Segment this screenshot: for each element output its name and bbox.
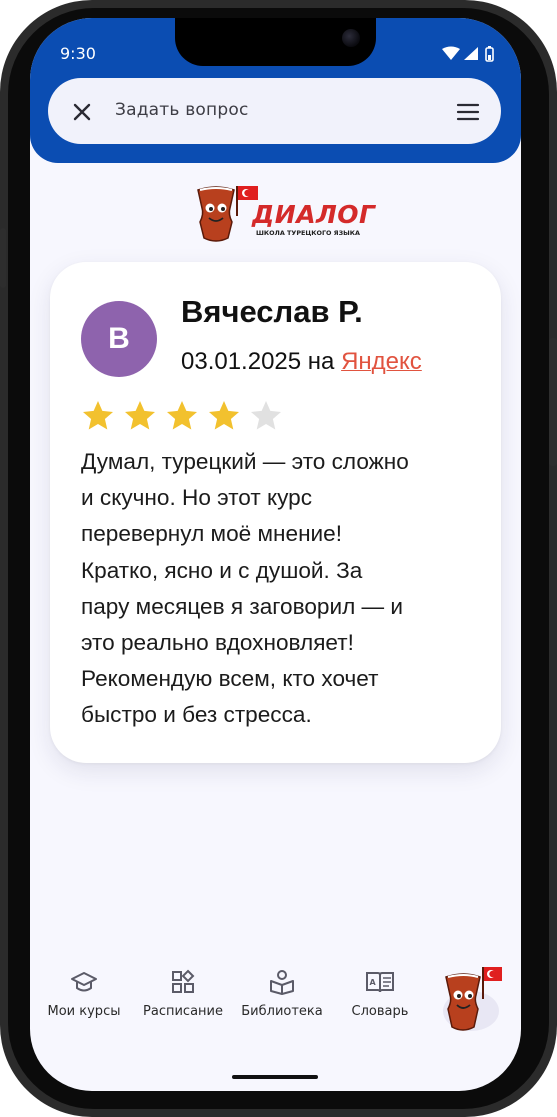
review-meta: 03.01.2025 на Яндекс (181, 348, 422, 376)
screen: 9:30 Задать вопрос ДИАЛОГ ШКОЛА ТУРЕЦКОГ… (30, 18, 521, 1091)
review-source-link[interactable]: Яндекс (341, 348, 422, 375)
star-filled-icon (125, 401, 155, 430)
nav-label: Расписание (143, 1004, 223, 1019)
dictionary-book-icon: A (366, 972, 394, 993)
logo-tagline: ШКОЛА ТУРЕЦКОГО ЯЗЫКА (256, 229, 360, 237)
star-filled-icon (209, 401, 239, 430)
close-icon[interactable] (70, 100, 94, 124)
search-input[interactable]: Задать вопрос (115, 100, 249, 120)
graduation-cap-icon (71, 972, 97, 992)
mascot-tea-glass-icon[interactable] (438, 963, 504, 1035)
cellular-signal-icon (464, 47, 478, 60)
nav-label: Библиотека (241, 1004, 323, 1019)
menu-icon[interactable] (456, 102, 480, 122)
logo-wordmark: ДИАЛОГ (252, 200, 376, 229)
status-icons (442, 46, 494, 62)
grid-shapes-icon (172, 969, 195, 993)
star-empty-icon (251, 401, 281, 430)
nav-label: Мои курсы (47, 1004, 121, 1019)
star-filled-icon (83, 401, 113, 430)
nav-item-library[interactable]: Библиотека (236, 968, 328, 1019)
svg-text:A: A (370, 978, 377, 987)
reviewer-name: Вячеслав Р. (181, 294, 363, 329)
reader-book-icon (270, 970, 294, 995)
phone-volume-button (0, 228, 6, 288)
rating-stars (80, 398, 284, 434)
nav-item-my-courses[interactable]: Мои курсы (40, 968, 128, 1019)
signal-wifi-icon (442, 46, 460, 60)
review-source-prefix: на (307, 348, 335, 375)
status-time: 9:30 (60, 44, 96, 63)
nav-item-dictionary[interactable]: A Словарь (336, 968, 424, 1019)
avatar: B (81, 301, 157, 377)
star-filled-icon (167, 401, 197, 430)
camera-notch (175, 18, 376, 66)
review-date: 03.01.2025 (181, 348, 302, 375)
phone-side-button (549, 338, 557, 466)
review-text: Думал, турецкий — это сложно и скучно. Н… (81, 449, 409, 728)
nav-item-schedule[interactable]: Расписание (138, 968, 228, 1019)
nav-label: Словарь (351, 1004, 409, 1019)
camera-icon (342, 29, 360, 47)
home-indicator[interactable] (232, 1075, 318, 1079)
